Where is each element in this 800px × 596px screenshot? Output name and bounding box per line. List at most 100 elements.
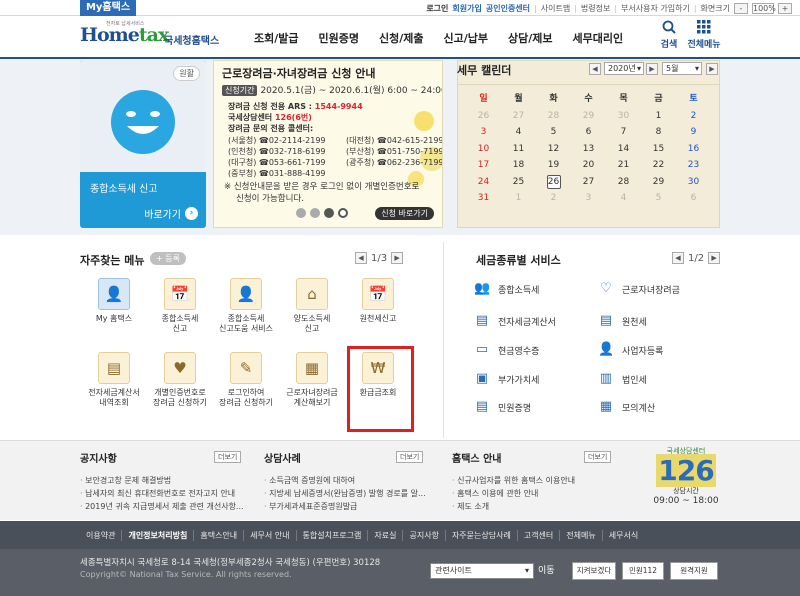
calendar-day[interactable]: 16 xyxy=(676,141,711,158)
remote-support-button[interactable]: 원격지원 xyxy=(670,562,718,580)
incentive-banner[interactable]: 근로장려금·자녀장려금 신청 안내 신청기간 2020.5.1(금) ~ 2020… xyxy=(213,60,443,228)
calendar-day[interactable]: 6 xyxy=(571,124,606,141)
footer-banner-2[interactable]: 민원112 xyxy=(622,562,664,580)
calendar-day[interactable]: 9 xyxy=(676,124,711,141)
calendar-day[interactable]: 15 xyxy=(641,141,676,158)
calendar-day[interactable]: 1 xyxy=(641,108,676,125)
register-button[interactable]: + 등록 xyxy=(150,252,186,265)
sitemap-link[interactable]: 사이트맵 xyxy=(541,3,570,14)
frequent-menu-item[interactable]: ▦ 근로자녀장려금 계산해보기 xyxy=(282,352,342,408)
carousel-pause[interactable] xyxy=(338,208,348,218)
frequent-menu-item[interactable]: 📅 종합소득세 신고 xyxy=(150,278,210,334)
calendar-day[interactable]: 29 xyxy=(571,108,606,125)
frequent-menu-item[interactable]: 📅 원천세신고 xyxy=(348,278,408,324)
footer-link[interactable]: 공지사항 xyxy=(403,530,446,541)
signup-link[interactable]: 회원가입 xyxy=(452,3,481,14)
tax-service-item[interactable]: ▤ 민원증명 xyxy=(474,399,531,415)
legal-link[interactable]: 법령정보 xyxy=(581,3,610,14)
calendar-day[interactable]: 24 xyxy=(466,174,501,191)
guide-more-button[interactable]: 더보기 xyxy=(584,451,612,463)
prev-button[interactable]: ◀ xyxy=(672,252,684,264)
guide-item[interactable]: 홈택스 이용에 관한 안내 xyxy=(452,488,538,499)
zoom-in-button[interactable]: + xyxy=(778,2,792,14)
tax-service-item[interactable]: ▣ 부가가치세 xyxy=(474,371,540,387)
calendar-day[interactable]: 8 xyxy=(641,124,676,141)
next-button[interactable]: ▶ xyxy=(708,252,721,264)
dept-signup-link[interactable]: 부서사용자 가입하기 xyxy=(621,3,690,14)
carousel-dot-active[interactable] xyxy=(324,208,334,218)
footer-banner-1[interactable]: 지켜보겠다 xyxy=(572,562,616,580)
income-tax-card[interactable]: 원활 종합소득세 신고 바로가기 › xyxy=(80,60,206,228)
calendar-day[interactable]: 28 xyxy=(606,174,641,191)
calendar-day[interactable]: 4 xyxy=(606,190,641,207)
calendar-day[interactable]: 27 xyxy=(501,108,536,125)
calendar-day[interactable]: 7 xyxy=(606,124,641,141)
calendar-day[interactable]: 21 xyxy=(606,157,641,174)
calendar-day[interactable]: 11 xyxy=(501,141,536,158)
apply-shortcut-button[interactable]: 신청 바로가기 xyxy=(375,207,434,220)
go-button[interactable]: 이동 xyxy=(538,563,555,579)
calendar-day[interactable]: 19 xyxy=(536,157,571,174)
notice-item[interactable]: 납세자의 최신 휴대전화번호로 전자고지 안내 xyxy=(80,488,235,499)
calendar-day[interactable]: 27 xyxy=(571,174,606,191)
calendar-day[interactable]: 30 xyxy=(606,108,641,125)
case-item[interactable]: 지방세 납세증명서(완납증명) 발행 경로를 알... xyxy=(264,488,426,499)
carousel-dot[interactable] xyxy=(310,208,320,218)
footer-link[interactable]: 고객센터 xyxy=(518,530,561,541)
calendar-day[interactable]: 31 xyxy=(466,190,501,207)
guide-item[interactable]: 신규사업자를 위한 홈택스 이용안내 xyxy=(452,475,575,486)
carousel-dot[interactable] xyxy=(296,208,306,218)
all-menu-button[interactable]: 전체메뉴 xyxy=(686,20,722,50)
calendar-day[interactable]: 6 xyxy=(676,190,711,207)
calendar-next-year[interactable]: ▶ xyxy=(646,63,658,75)
related-sites-select[interactable]: 관련사이트 ▾ xyxy=(430,563,534,579)
tax-service-item[interactable]: 👥 종합소득세 xyxy=(474,281,539,297)
calendar-day[interactable]: 2 xyxy=(676,108,711,125)
next-button[interactable]: ▶ xyxy=(391,252,404,264)
frequent-menu-item[interactable]: 👤 My 홈택스 xyxy=(84,278,144,324)
guide-item[interactable]: 제도 소개 xyxy=(452,501,489,512)
tax-service-item[interactable]: ♡ 근로자녀장려금 xyxy=(598,281,680,297)
footer-link[interactable]: 홈택스안내 xyxy=(194,530,245,541)
footer-link[interactable]: 전체메뉴 xyxy=(560,530,603,541)
footer-link[interactable]: 자주묻는상담사례 xyxy=(446,530,518,541)
nav-item-certificates[interactable]: 민원증명 xyxy=(309,30,369,46)
notice-more-button[interactable]: 더보기 xyxy=(214,451,242,463)
calendar-next-month[interactable]: ▶ xyxy=(706,63,718,75)
footer-link[interactable]: 자료실 xyxy=(368,530,404,541)
year-select[interactable]: 2020년 ▾ xyxy=(604,62,644,75)
calendar-day-today[interactable]: 26 xyxy=(536,174,571,191)
calendar-day[interactable]: 29 xyxy=(641,174,676,191)
calendar-day[interactable]: 13 xyxy=(571,141,606,158)
case-item[interactable]: 부가세과세표준증명원발급 xyxy=(264,501,357,512)
calendar-day[interactable]: 18 xyxy=(501,157,536,174)
footer-link[interactable]: 개인정보처리방침 xyxy=(122,530,195,541)
tax-service-item[interactable]: ▤ 전자세금계산서 xyxy=(474,313,556,329)
calendar-day[interactable]: 30 xyxy=(676,174,711,191)
calendar-day[interactable]: 22 xyxy=(641,157,676,174)
case-item[interactable]: 소득금액 증명원에 대하여 xyxy=(264,475,355,486)
tax-service-item[interactable]: ▥ 법인세 xyxy=(598,371,647,387)
calendar-day[interactable]: 14 xyxy=(606,141,641,158)
tax-call-center[interactable]: 국세상담센터 126 상담시간 09:00 ~ 18:00 xyxy=(650,446,722,514)
calendar-day[interactable]: 3 xyxy=(571,190,606,207)
calendar-day[interactable]: 20 xyxy=(571,157,606,174)
calendar-prev-year[interactable]: ◀ xyxy=(589,63,601,75)
tax-service-item[interactable]: ▭ 현금영수증 xyxy=(474,342,540,358)
calendar-day[interactable]: 5 xyxy=(641,190,676,207)
footer-link[interactable]: 통합설치프로그램 xyxy=(297,530,369,541)
card-go-button[interactable]: 바로가기 › xyxy=(144,206,198,221)
tax-service-item[interactable]: 👤 사업자등록 xyxy=(598,342,663,358)
my-hometax-tab[interactable]: My홈택스 xyxy=(80,0,136,16)
frequent-menu-item[interactable]: ⌂ 양도소득세 신고 xyxy=(282,278,342,334)
calendar-day[interactable]: 23 xyxy=(676,157,711,174)
nav-item-inquiry[interactable]: 조회/발급 xyxy=(244,30,309,46)
notice-item[interactable]: 보안경고창 문제 해결방법 xyxy=(80,475,171,486)
calendar-day[interactable]: 26 xyxy=(466,108,501,125)
login-link[interactable]: 로그인 xyxy=(426,3,448,14)
hometax-logo[interactable]: 전자로 납세서비스 Hometax 국세청홈택스 xyxy=(80,21,219,52)
calendar-day[interactable]: 2 xyxy=(536,190,571,207)
nav-item-consult[interactable]: 상담/제보 xyxy=(498,30,563,46)
calendar-day[interactable]: 25 xyxy=(501,174,536,191)
footer-link[interactable]: 세무서 안내 xyxy=(244,530,297,541)
